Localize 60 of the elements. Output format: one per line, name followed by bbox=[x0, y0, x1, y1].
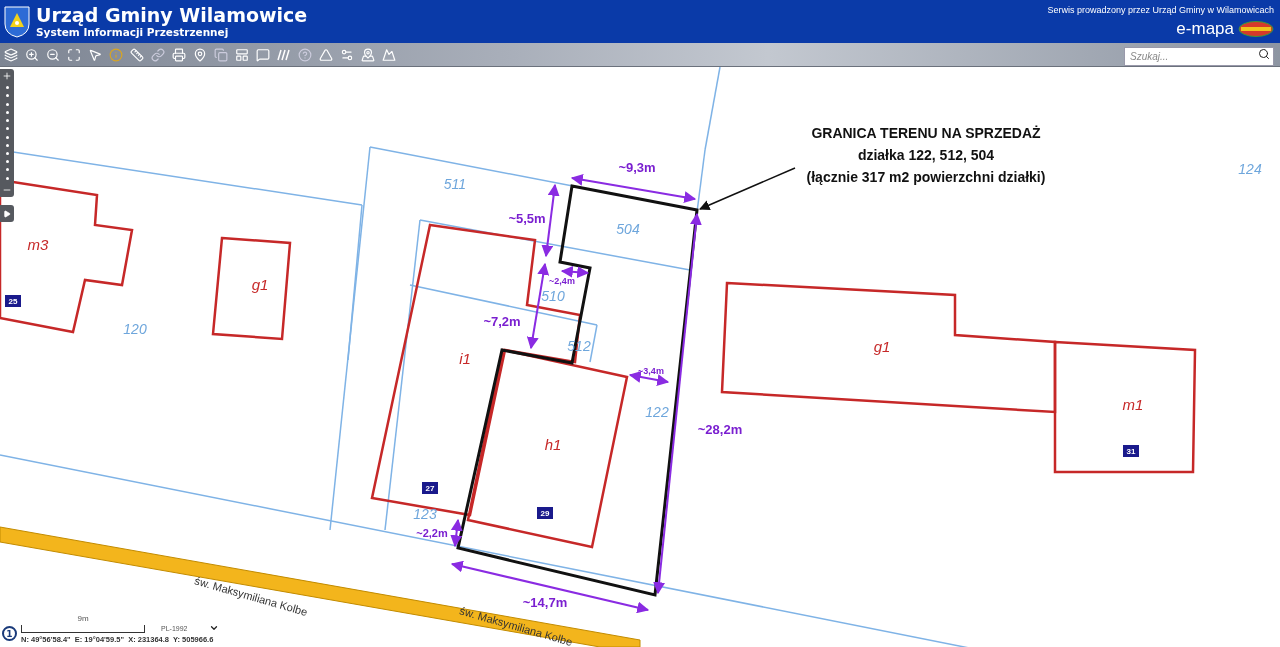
building-label: m3 bbox=[27, 236, 49, 253]
house-number-badge: 25 bbox=[5, 295, 21, 307]
annotation-text: działka 122, 512, 504 bbox=[857, 147, 995, 163]
map-pin-icon[interactable] bbox=[360, 46, 376, 63]
parcel-number: 123 bbox=[413, 506, 437, 522]
annotation-text: GRANICA TERENU NA SPRZEDAŻ bbox=[811, 125, 1041, 141]
building-label: g1 bbox=[873, 338, 891, 355]
parcel-number: 510 bbox=[541, 288, 565, 304]
house-number-badge: 27 bbox=[422, 482, 438, 494]
page-number[interactable]: 1 bbox=[2, 626, 17, 641]
help-icon[interactable] bbox=[297, 46, 313, 63]
dimension-arrow bbox=[450, 518, 463, 548]
ruler-icon[interactable] bbox=[129, 46, 145, 63]
mountain-icon[interactable] bbox=[381, 46, 397, 63]
building-label: m1 bbox=[1122, 396, 1144, 413]
building-label: i1 bbox=[459, 350, 471, 367]
site-subtitle: System Informacji Przestrzennej bbox=[36, 25, 230, 39]
dimension-label: ~2,2m bbox=[416, 527, 448, 539]
zoom-out-icon[interactable] bbox=[45, 46, 61, 63]
brand-logo-icon bbox=[1238, 20, 1274, 37]
house-number-badge: 29 bbox=[537, 507, 553, 519]
dimension-arrow bbox=[560, 265, 590, 279]
play-icon bbox=[3, 209, 11, 218]
layers-icon[interactable] bbox=[3, 46, 19, 63]
parcel-number: 120 bbox=[123, 321, 147, 337]
building-label: g1 bbox=[251, 276, 269, 293]
coat-of-arms-icon bbox=[4, 5, 30, 38]
info-icon[interactable] bbox=[108, 46, 124, 63]
triangle-icon[interactable] bbox=[318, 46, 334, 63]
site-title: Urząd Gminy Wilamowice bbox=[36, 4, 308, 26]
dimension-label: ~2,4m bbox=[549, 276, 575, 286]
search-icon[interactable] bbox=[1258, 48, 1270, 60]
speech-bubble-icon[interactable] bbox=[255, 46, 271, 63]
link-icon[interactable] bbox=[150, 46, 166, 63]
print-icon[interactable] bbox=[171, 46, 187, 63]
service-note: Serwis prowadzony przez Urząd Gminy w Wilamowicach bbox=[1047, 4, 1274, 15]
zoom-in-icon[interactable] bbox=[2, 71, 12, 81]
full-extent-icon[interactable] bbox=[66, 46, 82, 63]
zoom-in-icon[interactable] bbox=[24, 46, 40, 63]
dimension-label: ~7,2m bbox=[483, 314, 521, 329]
dimension-label: ~5,5m bbox=[508, 211, 546, 226]
parcel-number: 511 bbox=[443, 176, 467, 192]
dimension-label: ~9,3m bbox=[618, 160, 656, 175]
dimension-label: ~3,4m bbox=[638, 366, 664, 376]
expand-panel-button[interactable] bbox=[0, 205, 14, 222]
dimension-label: ~14,7m bbox=[522, 595, 568, 610]
annotation-text: (łącznie 317 m2 powierzchni działki) bbox=[806, 169, 1046, 185]
layout-icon[interactable] bbox=[234, 46, 250, 63]
pin-icon[interactable] bbox=[192, 46, 208, 63]
brand-name: e-mapa bbox=[1176, 18, 1234, 39]
parcel-number: 122 bbox=[645, 404, 669, 420]
chevron-down-icon bbox=[209, 623, 220, 633]
building-label: h1 bbox=[544, 436, 562, 453]
parcel-number: 124 bbox=[1238, 161, 1262, 177]
scale-label: 9m bbox=[77, 614, 89, 623]
copy-icon[interactable] bbox=[213, 46, 229, 63]
search-field[interactable]: Szukaj... bbox=[1124, 47, 1274, 66]
dimension-label: ~28,2m bbox=[697, 422, 743, 437]
house-number-badge: 31 bbox=[1123, 445, 1139, 457]
parcel-number: 504 bbox=[616, 221, 640, 237]
